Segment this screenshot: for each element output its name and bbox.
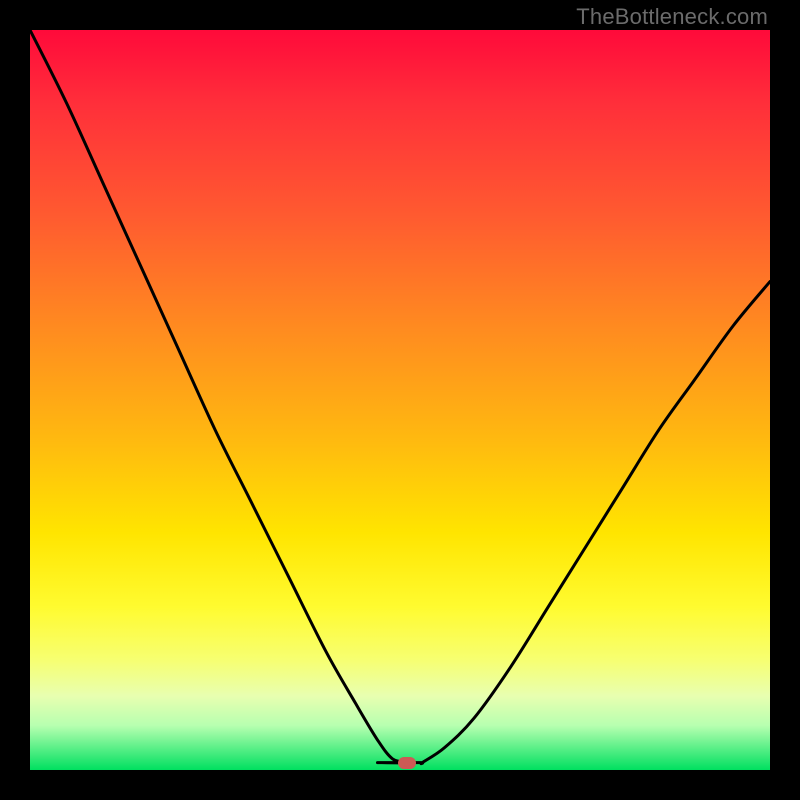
plot-area xyxy=(30,30,770,770)
curve-path xyxy=(30,30,770,764)
min-marker xyxy=(398,757,416,769)
chart-frame: TheBottleneck.com xyxy=(0,0,800,800)
bottleneck-curve xyxy=(30,30,770,770)
watermark-text: TheBottleneck.com xyxy=(576,4,768,30)
